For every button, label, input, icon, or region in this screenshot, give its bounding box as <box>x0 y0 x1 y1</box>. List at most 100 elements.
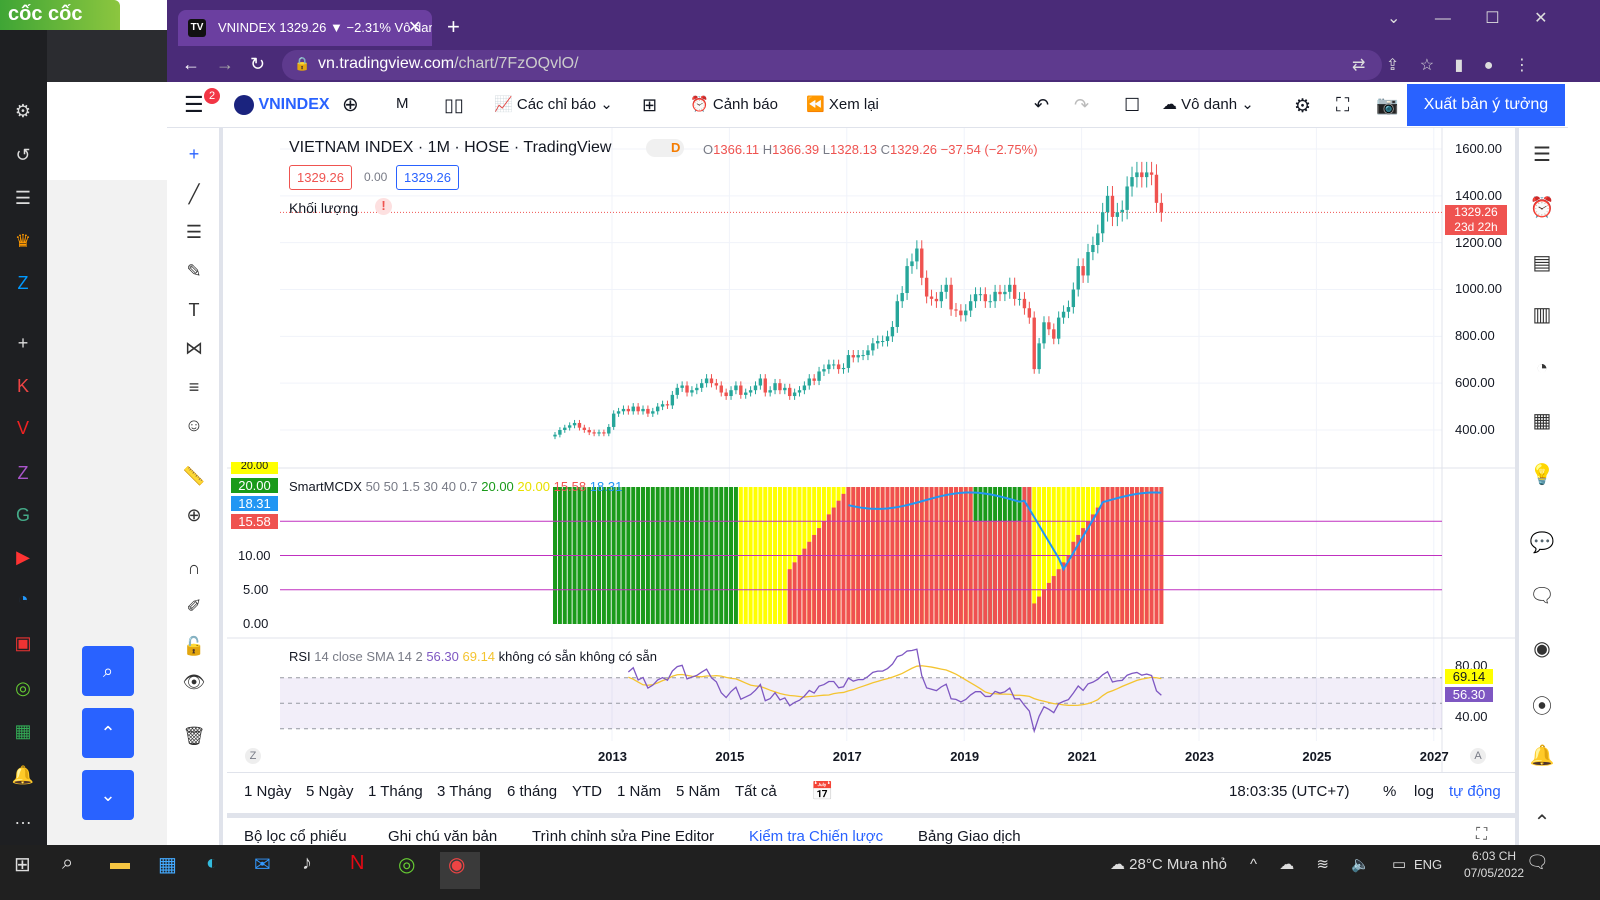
buy-price-button[interactable]: 1329.26 <box>396 165 459 190</box>
fullscreen-icon[interactable]: ⛶ <box>1336 95 1349 117</box>
coccoc-logo[interactable]: cốc cốc <box>0 0 120 30</box>
bottom-tab[interactable]: Kiểm tra Chiến lược <box>749 828 883 845</box>
emoji-icon[interactable]: ☺ <box>180 411 208 439</box>
broadcast-icon[interactable]: ⦿ <box>1527 690 1557 720</box>
magnet-icon[interactable]: ∩ <box>180 554 208 582</box>
scroll-up-button[interactable]: ⌃ <box>82 708 134 758</box>
chart-canvas[interactable] <box>227 128 1515 773</box>
netflix-icon[interactable]: N <box>350 852 364 875</box>
coccoc-taskbar-icon[interactable]: ◎ <box>398 852 415 877</box>
maximize-panel-icon[interactable]: ⛶ <box>1476 826 1487 844</box>
chat-icon[interactable]: 💬 <box>1527 530 1557 560</box>
window-controls[interactable]: ⌄ — ☐ ✕ <box>1387 8 1548 28</box>
range-button[interactable]: 1 Ngày <box>244 783 292 800</box>
messenger-icon[interactable]: ◔ <box>10 586 36 612</box>
layout-grid-icon[interactable]: ⊞ <box>642 95 657 116</box>
settings-gear-icon[interactable]: ⚙ <box>1294 95 1311 118</box>
more-icon[interactable]: … <box>10 805 36 831</box>
add-icon[interactable]: + <box>10 330 36 356</box>
crown-icon[interactable]: ♛ <box>10 228 36 254</box>
text-icon[interactable]: T <box>180 296 208 324</box>
browser-actions[interactable]: ⇄ ⇪ ☆ ▮ ● ⋮ <box>1352 55 1530 75</box>
log-toggle[interactable]: log <box>1414 783 1434 800</box>
fib-icon[interactable]: ☰ <box>180 218 208 246</box>
range-button[interactable]: 5 Ngày <box>306 783 354 800</box>
range-button[interactable]: 3 Tháng <box>437 783 492 800</box>
trash-icon[interactable]: 🗑 <box>180 722 208 750</box>
shop-icon[interactable]: ▣ <box>10 630 36 656</box>
sell-price-button[interactable]: 1329.26 <box>289 165 352 190</box>
sheet-icon[interactable]: ▦ <box>10 718 36 744</box>
range-button[interactable]: Tất cả <box>735 783 777 800</box>
menu-icon[interactable]: ☰ <box>184 92 204 118</box>
news-icon[interactable]: ▤ <box>1527 250 1557 280</box>
watchlist-icon[interactable]: ☰ <box>1527 142 1557 172</box>
tiktok-icon[interactable]: ♪ <box>302 852 312 875</box>
comments-icon[interactable]: 🗨 <box>1527 583 1557 613</box>
eye-icon[interactable]: 👁 <box>180 668 208 696</box>
auto-scale-button[interactable]: A <box>1470 748 1486 764</box>
crosshair-icon[interactable]: + <box>180 140 208 168</box>
candle-type-icon[interactable]: ▯▯ <box>444 95 464 116</box>
vtv-icon[interactable]: V <box>10 415 36 441</box>
lock-draw-icon[interactable]: ✐ <box>180 592 208 620</box>
redo-icon[interactable]: ↷ <box>1074 95 1089 116</box>
forward-icon[interactable]: → <box>216 54 234 75</box>
bottom-tab[interactable]: Ghi chú văn bản <box>388 828 497 845</box>
calendar-icon[interactable]: ▦ <box>1527 408 1557 438</box>
zoom-reset-button[interactable]: Z <box>245 748 261 764</box>
lock-icon[interactable]: 🔓 <box>180 632 208 660</box>
streams-icon[interactable]: ◉ <box>1527 636 1557 666</box>
trend-line-icon[interactable]: ╱ <box>180 180 208 208</box>
weather[interactable]: ☁ 28°C Mưa nhỏ <box>1110 855 1227 873</box>
replay-button[interactable]: ⏪ Xem lại <box>806 95 879 113</box>
interval-button[interactable]: M <box>396 95 409 112</box>
range-button[interactable]: 1 Năm <box>617 783 661 800</box>
collapse-icon[interactable]: ⌃ <box>1527 810 1557 840</box>
address-bar[interactable]: 🔒 vn.tradingview.com/chart/7FzOQvlO/ <box>282 50 1382 80</box>
notifications-icon[interactable]: 🔔 <box>1527 743 1557 773</box>
range-button[interactable]: YTD <box>572 783 602 800</box>
bottom-tab[interactable]: Bộ lọc cổ phiếu <box>244 828 347 845</box>
browser-tab[interactable]: TV VNINDEX 1329.26 ▼ −2.31% Vô danh <box>178 10 432 46</box>
fullscreen-rect-icon[interactable]: ☐ <box>1124 95 1140 116</box>
hotlist-icon[interactable]: ◔ <box>1527 357 1557 387</box>
ruler-icon[interactable]: 📏 <box>180 462 208 490</box>
brush-icon[interactable]: ✎ <box>180 257 208 285</box>
zoom-in-icon[interactable]: ⊕ <box>180 501 208 529</box>
reading-list-icon[interactable]: ☰ <box>10 185 36 211</box>
alerts-icon[interactable]: ⏰ <box>1527 195 1557 225</box>
youtube-icon[interactable]: ▶ <box>10 544 36 570</box>
layout-save-button[interactable]: ☁ Vô danh ⌄ <box>1162 95 1254 113</box>
back-icon[interactable]: ← <box>182 54 200 75</box>
symbol-search[interactable]: VNINDEX <box>234 95 330 115</box>
compare-icon[interactable]: ⊕ <box>342 92 359 117</box>
clock[interactable]: 6:03 CH 07/05/2022 <box>1464 848 1524 882</box>
history-icon[interactable]: ↺ <box>10 142 36 168</box>
edge-icon[interactable]: ◐ <box>206 852 218 875</box>
reload-icon[interactable]: ↻ <box>250 54 265 75</box>
date-range-icon[interactable]: 📅 <box>811 781 833 802</box>
indicators-button[interactable]: 📈 Các chỉ báo ⌄ <box>494 95 613 113</box>
store-icon[interactable]: ▦ <box>158 852 177 877</box>
tray-icons[interactable]: ^ ☁ ≋ 🔈 ▭ <box>1250 855 1406 873</box>
language[interactable]: ENG <box>1414 857 1442 872</box>
pattern-icon[interactable]: ⋈ <box>180 334 208 362</box>
prediction-icon[interactable]: ≡ <box>180 373 208 401</box>
start-icon[interactable]: ⊞ <box>14 852 31 877</box>
range-button[interactable]: 5 Năm <box>676 783 720 800</box>
range-button[interactable]: 1 Tháng <box>368 783 423 800</box>
action-center-icon[interactable]: 🗨 <box>1526 852 1549 873</box>
search-taskbar-icon[interactable]: ⌕ <box>62 852 73 875</box>
undo-icon[interactable]: ↶ <box>1034 95 1049 116</box>
data-window-icon[interactable]: ▥ <box>1527 302 1557 332</box>
range-button[interactable]: 6 tháng <box>507 783 557 800</box>
market-status-badge[interactable]: D <box>646 139 684 157</box>
close-tab-icon[interactable]: ✕ <box>408 17 421 37</box>
coccoc-icon[interactable]: ◎ <box>10 675 36 701</box>
mail-icon[interactable]: ✉ <box>254 852 271 877</box>
new-tab-icon[interactable]: + <box>447 14 460 40</box>
z-app-icon[interactable]: Z <box>10 460 36 486</box>
search-button[interactable]: ⌕ <box>82 646 134 696</box>
alert-button[interactable]: ⏰ Cảnh báo <box>690 95 778 113</box>
